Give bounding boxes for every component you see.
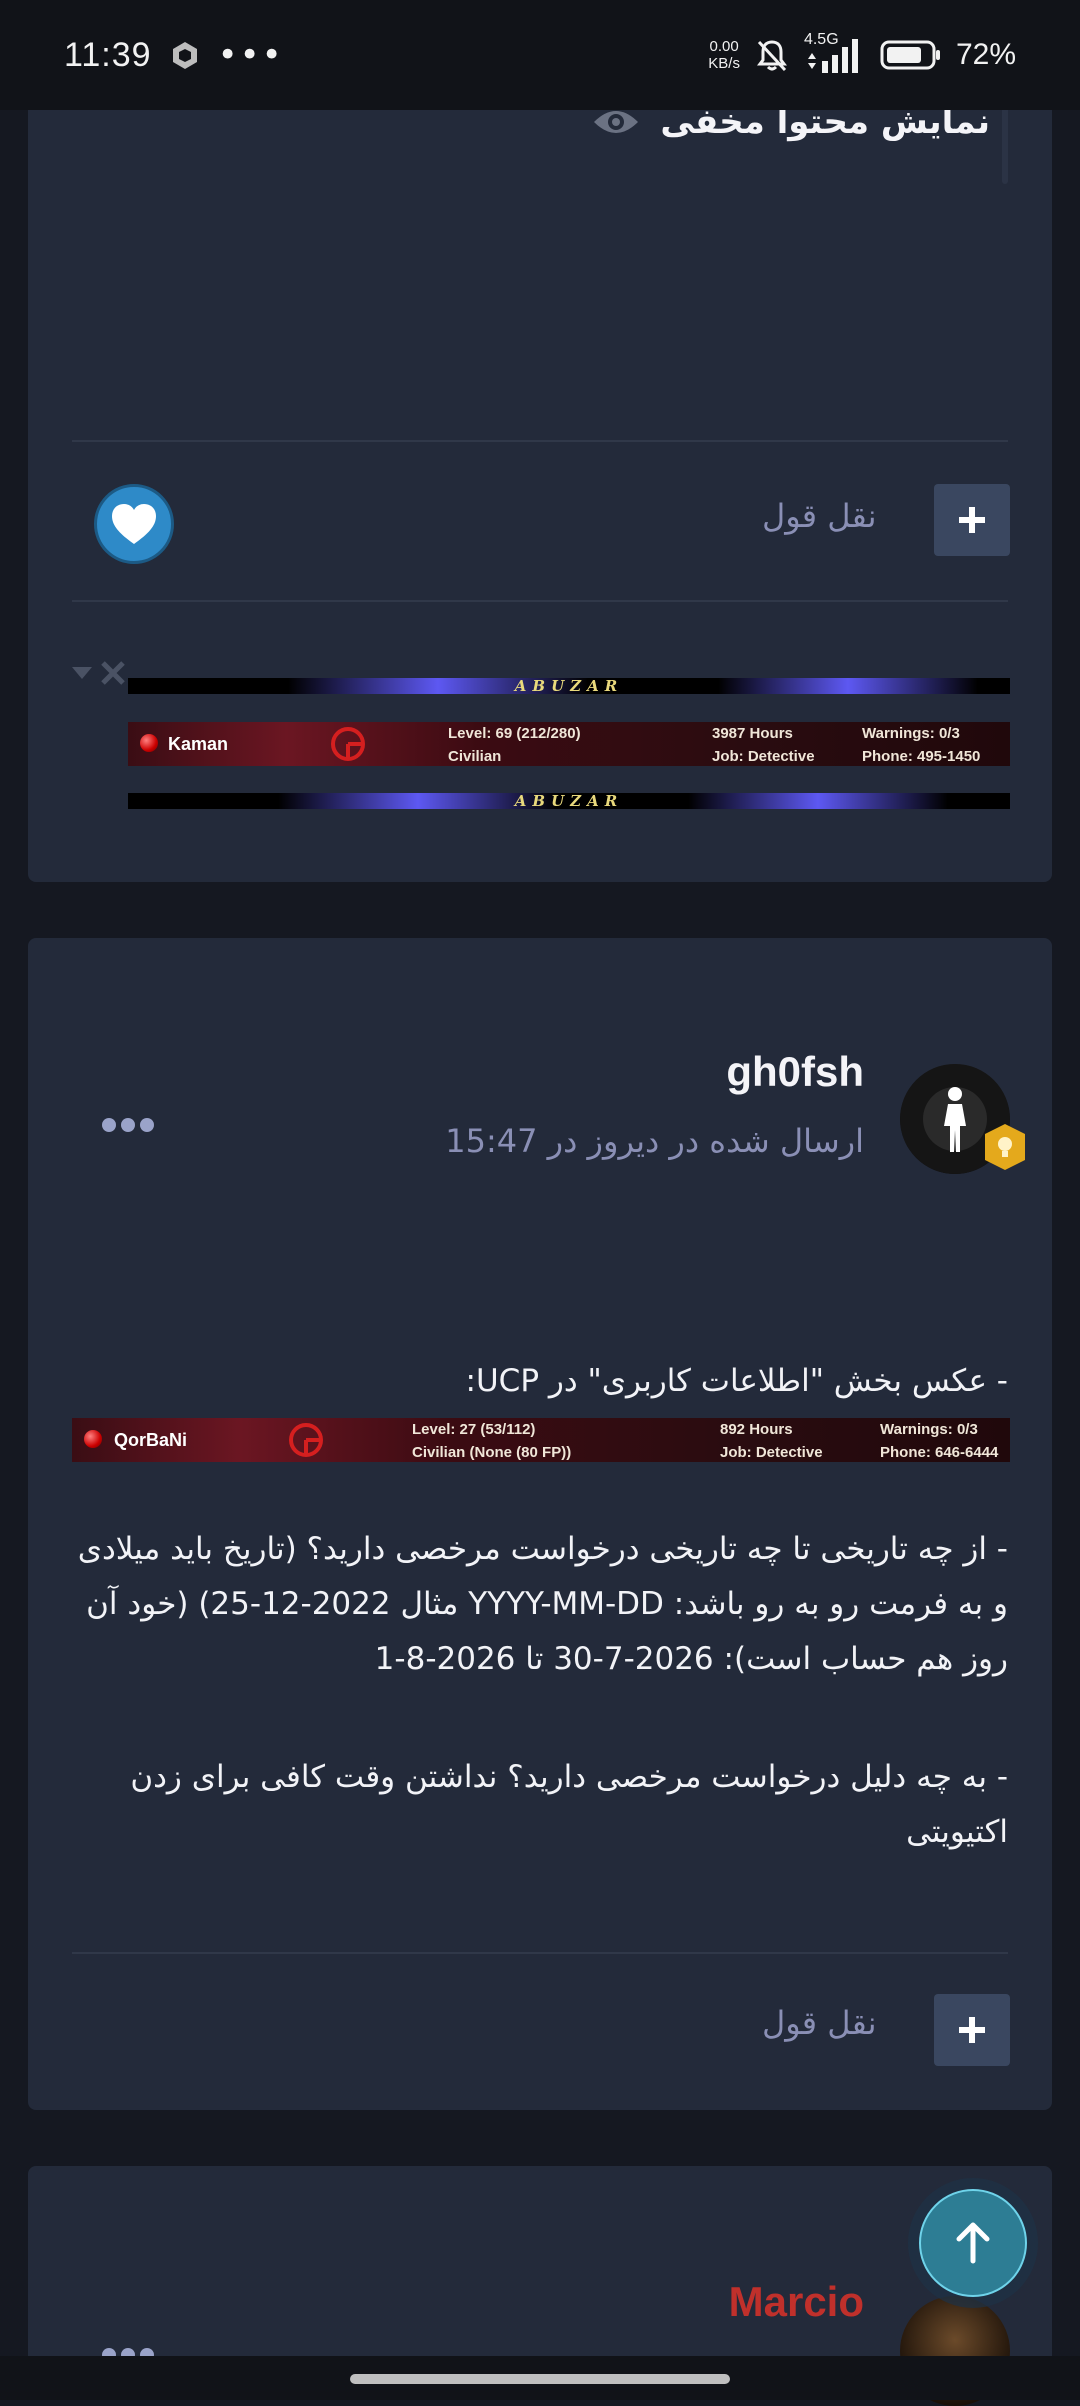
plus-icon bbox=[959, 2017, 985, 2043]
player-level: Level: 69 (212/280) bbox=[448, 725, 581, 742]
signature-controls bbox=[72, 660, 126, 686]
clock: 11:39 bbox=[64, 35, 152, 74]
ucp-screenshot: QorBaNi Level: 27 (53/112) Civilian (Non… bbox=[72, 1418, 1010, 1462]
player-class: Civilian (None (80 FP)) bbox=[412, 1444, 572, 1461]
banner-text: ABUZAR bbox=[514, 678, 624, 694]
more-notifications-icon: ••• bbox=[217, 35, 284, 75]
multiquote-button[interactable] bbox=[934, 1994, 1010, 2066]
badge-icon bbox=[985, 1124, 1025, 1170]
battery-icon bbox=[880, 40, 940, 70]
signature-banner-bottom: ABUZAR bbox=[128, 793, 1010, 809]
close-icon[interactable] bbox=[100, 660, 126, 686]
signal-strength: 4.5G bbox=[804, 31, 866, 75]
quote-label[interactable]: نقل قول bbox=[762, 497, 877, 535]
signal-bars-icon bbox=[807, 39, 858, 73]
post-card: Marcio bbox=[28, 2166, 1052, 2406]
player-name: QorBaNi bbox=[114, 1430, 188, 1450]
caret-down-icon[interactable] bbox=[72, 667, 92, 679]
player-hours: 3987 Hours bbox=[712, 725, 793, 742]
post-options-button[interactable] bbox=[102, 1118, 154, 1132]
post-question-dates: - از چه تاریخی تا چه تاریخی درخواست مرخص… bbox=[77, 1531, 1008, 1677]
player-warnings: Warnings: 0/3 bbox=[862, 725, 960, 742]
battery-percent: 72% bbox=[955, 38, 1016, 71]
arrow-up-icon bbox=[956, 2222, 990, 2264]
app-notification-icon bbox=[172, 42, 197, 69]
post-card: gh0fsh ارسال شده در دیروز در 15:47 - عکس… bbox=[28, 938, 1052, 2110]
server-logo bbox=[331, 727, 365, 761]
post-question-reason: - به چه دلیل درخواست مرخصی دارید؟ نداشتن… bbox=[130, 1759, 1008, 1850]
net-speed-value: 0.00 bbox=[709, 38, 739, 55]
player-phone: Phone: 495-1450 bbox=[862, 748, 981, 765]
post-timestamp[interactable]: ارسال شده در دیروز در 15:47 bbox=[445, 1122, 864, 1160]
signature-ucp-bar: Kaman Level: 69 (212/280) Civilian 3987 … bbox=[128, 722, 1010, 766]
player-hours: 892 Hours bbox=[720, 1421, 793, 1438]
divider bbox=[72, 440, 1008, 442]
post-card: نمایش محتوا مخفی نقل قول ABUZAR Kaman Le… bbox=[28, 60, 1052, 882]
signature-banner-top: ABUZAR bbox=[128, 678, 1010, 694]
player-warnings: Warnings: 0/3 bbox=[880, 1421, 978, 1438]
notifications-muted-icon bbox=[756, 40, 787, 72]
net-speed-unit: KB/s bbox=[708, 55, 740, 72]
plus-icon bbox=[959, 507, 985, 533]
divider bbox=[72, 600, 1008, 602]
eye-icon bbox=[594, 111, 639, 133]
hidden-content-border bbox=[1002, 100, 1008, 184]
banner-text: ABUZAR bbox=[514, 793, 624, 809]
scroll-to-top-button[interactable] bbox=[908, 2178, 1038, 2308]
player-phone: Phone: 646-6444 bbox=[880, 1444, 999, 1461]
player-name: Kaman bbox=[168, 734, 229, 754]
server-logo bbox=[289, 1423, 323, 1457]
status-bar: 11:39 ••• 0.00 KB/s 4.5G 72% bbox=[0, 0, 1080, 110]
author-name[interactable]: Marcio bbox=[729, 2278, 864, 2326]
divider bbox=[72, 1952, 1008, 1954]
quote-label[interactable]: نقل قول bbox=[762, 2004, 877, 2042]
like-button[interactable] bbox=[94, 484, 174, 564]
player-job: Job: Detective bbox=[712, 748, 815, 765]
author-name[interactable]: gh0fsh bbox=[726, 1048, 864, 1096]
player-class: Civilian bbox=[448, 748, 502, 765]
home-indicator[interactable] bbox=[350, 2374, 730, 2384]
gesture-bar bbox=[0, 2356, 1080, 2400]
player-level: Level: 27 (53/112) bbox=[412, 1421, 536, 1438]
post-intro-line: - عکس بخش "اطلاعات کاربری" در UCP: bbox=[465, 1363, 1008, 1399]
heart-icon bbox=[112, 504, 156, 544]
multiquote-button[interactable] bbox=[934, 484, 1010, 556]
player-job: Job: Detective bbox=[720, 1444, 823, 1461]
network-speed: 0.00 KB/s bbox=[708, 38, 740, 72]
